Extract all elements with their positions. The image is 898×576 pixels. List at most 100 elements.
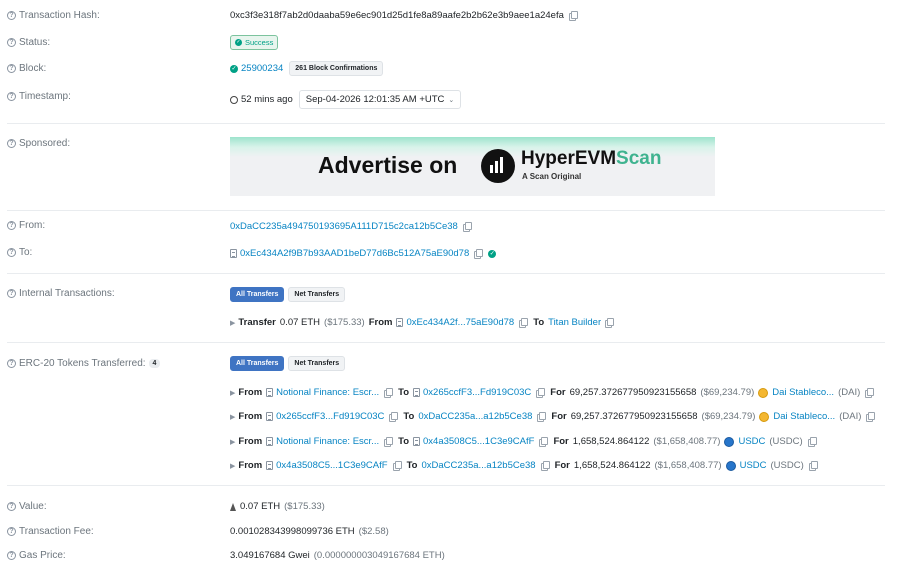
tab-net-transfers[interactable]: Net Transfers: [288, 356, 346, 371]
help-icon[interactable]: ?: [7, 139, 16, 148]
contract-icon: [266, 388, 274, 397]
divider: [7, 273, 885, 274]
help-icon[interactable]: ?: [7, 289, 16, 298]
tx-hash-label: ? Transaction Hash:: [7, 10, 100, 21]
divider: [7, 123, 885, 124]
erc20-token-link[interactable]: Dai Stableco...: [772, 387, 834, 398]
usdc-token-icon: [725, 460, 736, 471]
contract-icon: [266, 461, 274, 470]
help-icon[interactable]: ?: [7, 221, 16, 230]
internal-transfer-row: ▶ Transfer 0.07 ETH ($175.33) From 0xEc4…: [230, 317, 615, 328]
erc20-from-link[interactable]: Notional Finance: Escr...: [276, 387, 379, 398]
copy-icon[interactable]: [866, 412, 876, 422]
dai-token-icon: [758, 387, 769, 398]
erc20-token-link[interactable]: Dai Stableco...: [773, 411, 835, 422]
block-confirmations-badge: 261 Block Confirmations: [289, 61, 384, 76]
fee-row: 0.001028343998099736 ETH ($2.58): [230, 526, 389, 537]
caret-right-icon: ▶: [230, 319, 236, 327]
to-address-link[interactable]: 0xEc434A2f9B7b93AAD1beD77d6Bc512A75aE90d…: [240, 248, 469, 259]
from-label: ? From:: [7, 220, 45, 231]
erc20-tabs: All Transfers Net Transfers: [230, 356, 346, 371]
copy-icon[interactable]: [865, 388, 875, 398]
copy-icon[interactable]: [474, 249, 484, 259]
erc20-transfer-row: ▶ From 0x265ccfF3...Fd919C03C To 0xDaCC2…: [230, 411, 876, 422]
copy-icon[interactable]: [392, 461, 402, 471]
contract-icon: [266, 412, 274, 421]
from-address-link[interactable]: 0xDaCC235a494750193695A111D715c2ca12b5Ce…: [230, 221, 458, 232]
dai-token-icon: [759, 411, 770, 422]
ad-brand-sub: A Scan Original: [522, 172, 582, 181]
erc20-from-link[interactable]: 0x4a3508C5...1C3e9CAfF: [276, 460, 387, 471]
help-icon[interactable]: ?: [7, 64, 16, 73]
erc20-to-link[interactable]: 0xDaCC235a...a12b5Ce38: [421, 460, 535, 471]
internal-to-link[interactable]: Titan Builder: [548, 317, 601, 328]
contract-icon: [413, 388, 421, 397]
block-value-row: ✓ 25900234 261 Block Confirmations: [230, 61, 384, 76]
timestamp-label: ? Timestamp:: [7, 91, 71, 102]
internal-from-link[interactable]: 0xEc434A2f...75aE90d78: [406, 317, 514, 328]
help-icon[interactable]: ?: [7, 92, 16, 101]
contract-icon: [396, 318, 404, 327]
erc20-token-link[interactable]: USDC: [740, 460, 767, 471]
status-value-row: ✓ Success: [230, 35, 279, 50]
block-number-link[interactable]: 25900234: [241, 63, 283, 74]
verified-check-icon: ✓: [488, 249, 497, 258]
divider: [7, 485, 885, 486]
tx-hash-value: 0xc3f3e318f7ab2d0daaba59e6ec901d25d1fe8a…: [230, 10, 564, 21]
contract-icon: [266, 437, 274, 446]
divider: [7, 342, 885, 343]
clock-icon: [230, 95, 238, 104]
caret-right-icon: ▶: [230, 389, 236, 397]
eth-icon: [230, 502, 236, 511]
erc20-count-badge: 4: [148, 359, 161, 368]
erc20-to-link[interactable]: 0x265ccfF3...Fd919C03C: [423, 387, 531, 398]
tab-net-transfers[interactable]: Net Transfers: [288, 287, 346, 302]
to-value-row: 0xEc434A2f9B7b93AAD1beD77d6Bc512A75aE90d…: [230, 248, 499, 259]
fee-label: ? Transaction Fee:: [7, 526, 94, 537]
erc20-from-link[interactable]: 0x265ccfF3...Fd919C03C: [276, 411, 384, 422]
help-icon[interactable]: ?: [7, 502, 16, 511]
copy-icon[interactable]: [384, 388, 394, 398]
timestamp-value-row: 52 mins ago Sep-04-2026 12:01:35 AM +UTC…: [230, 90, 462, 109]
timestamp-ago: 52 mins ago: [241, 94, 293, 105]
erc20-to-link[interactable]: 0xDaCC235a...a12b5Ce38: [418, 411, 532, 422]
timestamp-format-select[interactable]: Sep-04-2026 12:01:35 AM +UTC ⌄: [298, 90, 462, 109]
copy-icon[interactable]: [540, 461, 550, 471]
help-icon[interactable]: ?: [7, 527, 16, 536]
copy-icon[interactable]: [536, 388, 546, 398]
value-label: ? Value:: [7, 501, 47, 512]
copy-icon[interactable]: [519, 318, 529, 328]
help-icon[interactable]: ?: [7, 248, 16, 257]
copy-icon[interactable]: [462, 222, 472, 232]
check-circle-icon: ✓: [235, 39, 242, 46]
contract-icon: [413, 437, 421, 446]
erc20-from-link[interactable]: Notional Finance: Escr...: [276, 436, 379, 447]
copy-icon[interactable]: [807, 437, 817, 447]
copy-icon[interactable]: [537, 412, 547, 422]
erc20-to-link[interactable]: 0x4a3508C5...1C3e9CAfF: [423, 436, 534, 447]
internal-tx-label: ? Internal Transactions:: [7, 288, 115, 299]
help-icon[interactable]: ?: [7, 38, 16, 47]
copy-icon[interactable]: [568, 11, 578, 21]
tab-all-transfers[interactable]: All Transfers: [230, 287, 285, 302]
copy-icon[interactable]: [384, 437, 394, 447]
copy-icon[interactable]: [389, 412, 399, 422]
help-icon[interactable]: ?: [7, 551, 16, 560]
erc20-token-link[interactable]: USDC: [738, 436, 765, 447]
sponsored-banner[interactable]: Advertise on HyperEVMScan A Scan Origina…: [230, 137, 715, 196]
copy-icon[interactable]: [539, 437, 549, 447]
help-icon[interactable]: ?: [7, 359, 16, 368]
value-row: 0.07 ETH ($175.33): [230, 501, 325, 512]
contract-icon: [230, 249, 237, 258]
block-label: ? Block:: [7, 63, 46, 74]
tab-all-transfers[interactable]: All Transfers: [230, 356, 285, 371]
caret-right-icon: ▶: [230, 462, 236, 470]
check-circle-icon: ✓: [230, 64, 238, 73]
copy-icon[interactable]: [605, 318, 615, 328]
internal-tabs: All Transfers Net Transfers: [230, 287, 346, 302]
copy-icon[interactable]: [808, 461, 818, 471]
erc20-transfer-row: ▶ From Notional Finance: Escr... To 0x26…: [230, 387, 875, 398]
tx-hash-value-row: 0xc3f3e318f7ab2d0daaba59e6ec901d25d1fe8a…: [230, 10, 578, 21]
usdc-token-icon: [724, 436, 735, 447]
help-icon[interactable]: ?: [7, 11, 16, 20]
